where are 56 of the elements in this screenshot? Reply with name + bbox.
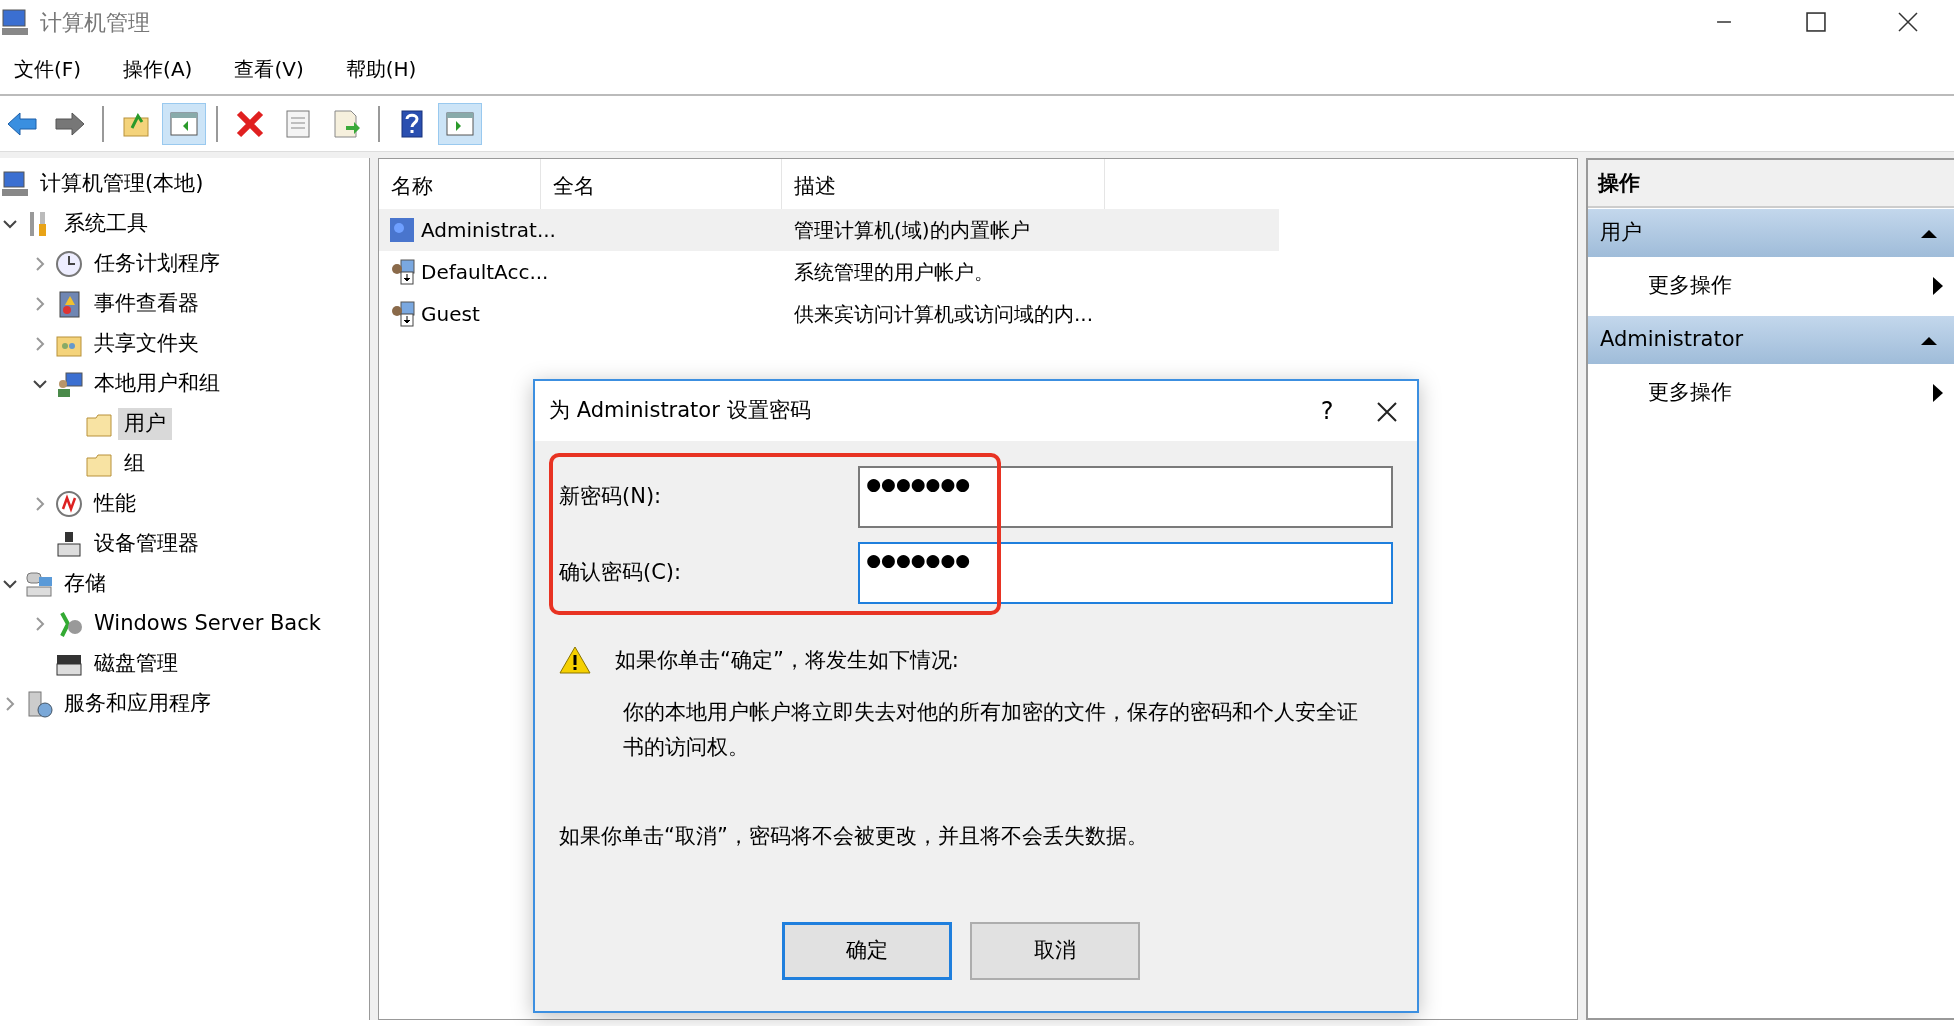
details-text: 你的本地用户帐户将立即失去对他的所有加密的文件，保存的密码和个人安全证书的访问权。 [623, 698, 1358, 761]
maximize-icon [1806, 12, 1826, 32]
field-label: 确认密码(C): [559, 559, 683, 587]
user-icon [387, 215, 417, 245]
action-item[interactable]: 更多操作 [1648, 377, 1732, 409]
tree-item[interactable]: 任务计划程序 [88, 248, 226, 280]
actions-header: 操作 [1588, 160, 1954, 208]
dialog-title: 为 Administrator 设置密码 [549, 397, 811, 425]
computer-management-icon [0, 7, 30, 37]
tree-item[interactable]: 用户 [118, 408, 172, 440]
close-icon [1898, 12, 1918, 32]
menu-item[interactable]: 查看(V) [228, 52, 310, 86]
storage-icon [24, 569, 54, 599]
password-field[interactable]: ●●●●●●● [858, 466, 1393, 528]
device-icon [54, 529, 84, 559]
tree-item[interactable]: 设备管理器 [88, 528, 205, 560]
collapse-arrow-icon[interactable] [1920, 334, 1938, 346]
table-cell: 管理计算机(域)的内置帐户 [794, 218, 1030, 242]
menu-item[interactable]: 帮助(H) [339, 52, 423, 86]
tree-item[interactable]: 性能 [88, 488, 142, 520]
action-group-title[interactable]: 用户 [1600, 217, 1642, 249]
tree-item[interactable]: 计算机管理(本地) [34, 168, 210, 200]
table-cell: 供来宾访问计算机或访问域的内... [794, 302, 1094, 326]
gauge-icon [54, 489, 84, 519]
minimize-icon [1714, 20, 1734, 24]
tree-item[interactable]: 共享文件夹 [88, 328, 205, 360]
table-cell: 系统管理的用户帐户。 [794, 260, 994, 284]
close-icon [1375, 400, 1399, 424]
tree-item[interactable]: 服务和应用程序 [58, 688, 217, 720]
field-label: 新密码(N): [559, 483, 663, 511]
collapse-arrow-icon[interactable] [1920, 227, 1938, 239]
submenu-arrow-icon [1932, 276, 1944, 296]
table-cell-text: Administrat... [421, 217, 556, 244]
help-button[interactable]: ? [1297, 392, 1357, 430]
tree-item[interactable]: 系统工具 [58, 208, 154, 240]
action-item[interactable]: 更多操作 [1648, 270, 1732, 302]
menu-item[interactable]: 文件(F) [8, 52, 88, 86]
menu-item[interactable]: 操作(A) [117, 52, 199, 86]
table-cell-text: DefaultAcc... [421, 259, 549, 286]
computer-icon [0, 169, 30, 199]
password-field[interactable]: ●●●●●●● [858, 542, 1393, 604]
tree-item[interactable]: 事件查看器 [88, 288, 205, 320]
tree-item[interactable]: 磁盘管理 [88, 648, 184, 680]
submenu-arrow-icon [1932, 383, 1944, 403]
table-cell-text: Guest [421, 301, 480, 328]
clock-icon [54, 249, 84, 279]
cancel-note: 如果你单击“取消”，密码将不会被更改，并且将不会丢失数据。 [559, 822, 1149, 850]
dialog-button[interactable]: 取消 [970, 922, 1140, 980]
tree-item[interactable]: Windows Server Back [88, 608, 327, 640]
warning-icon [559, 645, 591, 675]
tree-item[interactable]: 本地用户和组 [88, 368, 226, 400]
tree-item[interactable]: 组 [118, 448, 151, 480]
tree-item[interactable]: 存储 [58, 568, 112, 600]
dialog-button[interactable]: 确定 [782, 922, 952, 980]
warning-text: 如果你单击“确定”，将发生如下情况: [615, 647, 959, 674]
window-title: 计算机管理 [40, 8, 150, 37]
